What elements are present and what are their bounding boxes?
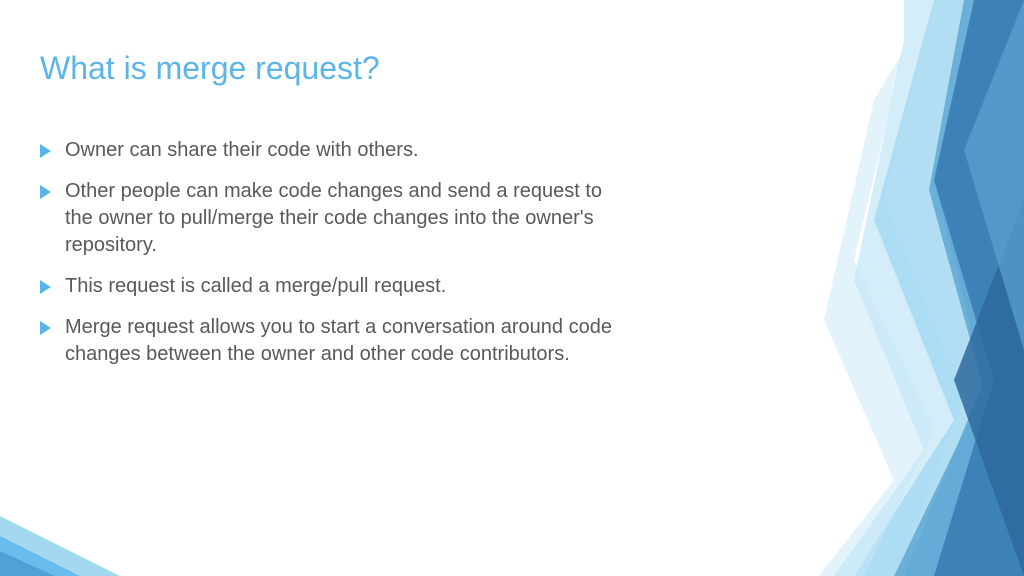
bullet-text: This request is called a merge/pull requ…	[65, 273, 620, 300]
slide-content: What is merge request? Owner can share t…	[0, 0, 680, 422]
slide-decoration-right	[674, 0, 1024, 576]
slide-title: What is merge request?	[40, 50, 620, 87]
slide-decoration-bottom-left	[0, 476, 140, 576]
bullet-icon	[40, 144, 51, 158]
bullet-text: Merge request allows you to start a conv…	[65, 314, 620, 368]
bullet-text: Owner can share their code with others.	[65, 137, 620, 164]
list-item: Owner can share their code with others.	[40, 137, 620, 164]
bullet-icon	[40, 185, 51, 199]
bullet-text: Other people can make code changes and s…	[65, 178, 620, 259]
list-item: Other people can make code changes and s…	[40, 178, 620, 259]
list-item: Merge request allows you to start a conv…	[40, 314, 620, 368]
list-item: This request is called a merge/pull requ…	[40, 273, 620, 300]
bullet-icon	[40, 321, 51, 335]
bullet-icon	[40, 280, 51, 294]
bullet-list: Owner can share their code with others. …	[40, 137, 620, 368]
